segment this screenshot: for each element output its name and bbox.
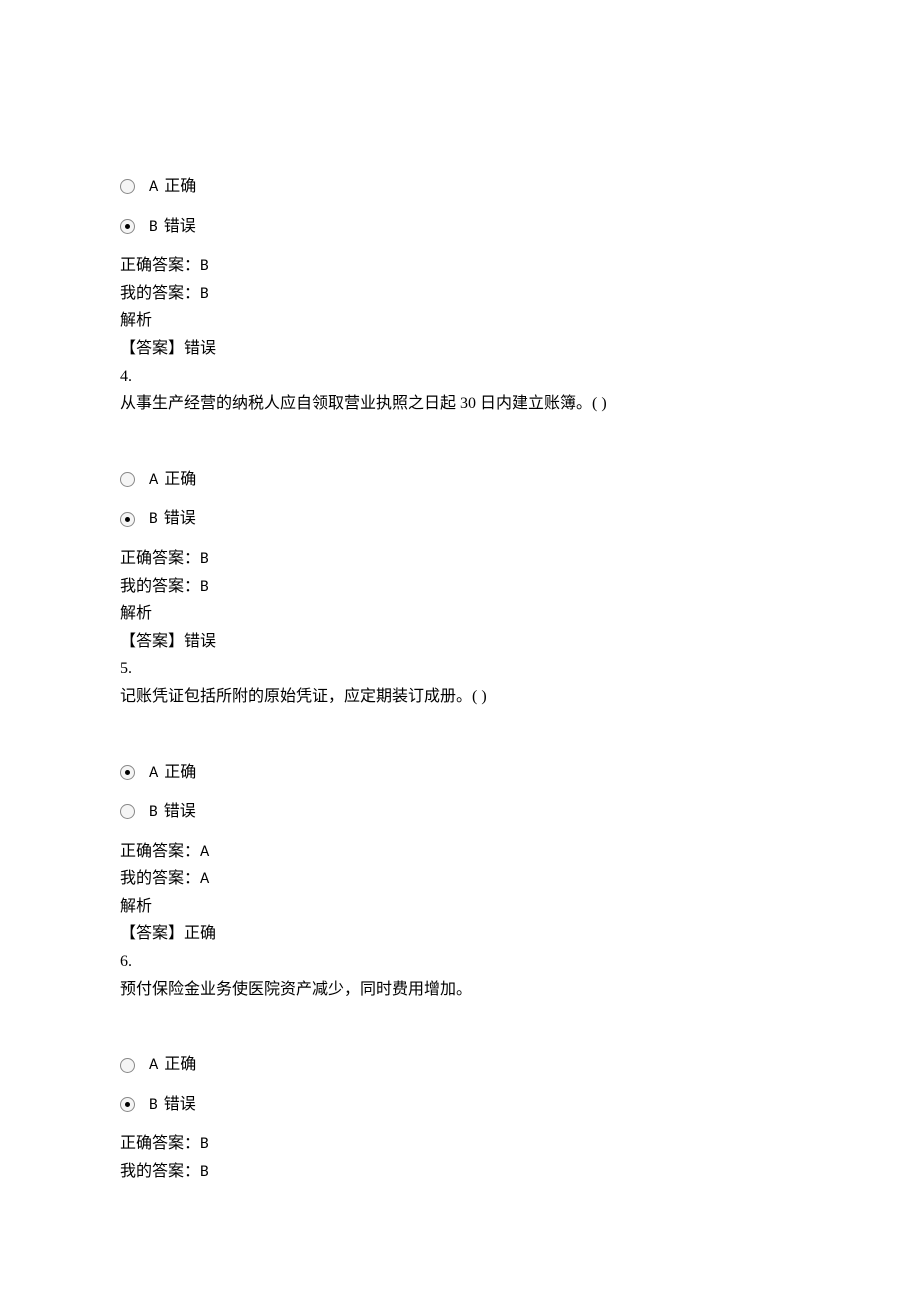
analysis-value: 正确	[184, 925, 216, 942]
option-letter: B	[149, 509, 158, 528]
option-label: A 正确	[149, 174, 196, 200]
correct-answer-line: 正确答案：B	[120, 1131, 800, 1157]
option-label: B 错误	[149, 506, 196, 532]
option-letter: A	[149, 763, 158, 782]
option-letter: A	[149, 1055, 158, 1074]
radio-unchecked-icon[interactable]	[120, 472, 135, 487]
correct-answer-label: 正确答案：	[120, 1135, 200, 1152]
my-answer-label: 我的答案：	[120, 285, 200, 302]
analysis-value: 错误	[184, 633, 216, 650]
my-answer-label: 我的答案：	[120, 870, 200, 887]
question-text: 预付保险金业务使医院资产减少，同时费用增加。	[120, 977, 800, 1003]
option-label: A 正确	[149, 760, 196, 786]
correct-answer-value: A	[200, 842, 209, 861]
question-block: 6. 预付保险金业务使医院资产减少，同时费用增加。 A正确 B错误 正确答案：B…	[120, 949, 800, 1185]
option-text: 错误	[164, 803, 196, 820]
option-letter: A	[149, 470, 158, 489]
correct-answer-value: B	[200, 1134, 209, 1153]
correct-answer-line: 正确答案：B	[120, 546, 800, 572]
my-answer-value: B	[200, 1162, 209, 1181]
correct-answer-label: 正确答案：	[120, 550, 200, 567]
analysis-prefix: 【答案】	[120, 925, 184, 942]
option-letter: B	[149, 802, 158, 821]
radio-checked-icon[interactable]	[120, 219, 135, 234]
correct-answer-value: B	[200, 549, 209, 568]
option-a-row[interactable]: A 正确	[120, 760, 800, 786]
my-answer-value: B	[200, 284, 209, 303]
my-answer-value: B	[200, 577, 209, 596]
radio-unchecked-icon[interactable]	[120, 1058, 135, 1073]
option-a-row[interactable]: A 正确	[120, 1052, 800, 1078]
question-text: 从事生产经营的纳税人应自领取营业执照之日起 30 日内建立账簿。( )	[120, 391, 800, 417]
option-label: A 正确	[149, 1052, 196, 1078]
option-a-row[interactable]: A 正确	[120, 174, 800, 200]
analysis-label: 解析	[120, 894, 800, 920]
option-letter: B	[149, 217, 158, 236]
correct-answer-line: 正确答案：B	[120, 253, 800, 279]
option-a-row[interactable]: A 正确	[120, 467, 800, 493]
my-answer-label: 我的答案：	[120, 578, 200, 595]
analysis-prefix: 【答案】	[120, 633, 184, 650]
question-block: 5. 记账凭证包括所附的原始凭证，应定期装订成册。( ) A 正确 B 错误 正确答…	[120, 656, 800, 947]
my-answer-label: 我的答案：	[120, 1163, 200, 1180]
question-number: 5.	[120, 656, 800, 682]
option-letter: A	[149, 177, 158, 196]
my-answer-value: A	[200, 869, 209, 888]
analysis-label: 解析	[120, 601, 800, 627]
my-answer-line: 我的答案：A	[120, 866, 800, 892]
option-b-row[interactable]: B 错误	[120, 799, 800, 825]
option-text: 正确	[164, 764, 196, 781]
option-text: 错误	[164, 218, 196, 235]
option-text: 错误	[164, 1096, 196, 1113]
option-text: 正确	[164, 1056, 196, 1073]
correct-answer-line: 正确答案：A	[120, 839, 800, 865]
answer-block: 正确答案：B 我的答案：B 解析 【答案】错误	[120, 253, 800, 361]
analysis-label: 解析	[120, 308, 800, 334]
answer-block: 正确答案：B 我的答案：B	[120, 1131, 800, 1184]
option-letter: B	[149, 1095, 158, 1114]
question-block: 4. 从事生产经营的纳税人应自领取营业执照之日起 30 日内建立账簿。( ) A…	[120, 364, 800, 655]
option-text: 正确	[164, 471, 196, 488]
answer-block: 正确答案：A 我的答案：A 解析 【答案】正确	[120, 839, 800, 947]
page-content: A正确 B错误 正确答案：B 我的答案：B 解析 【答案】错误 4. 从事生产经…	[0, 0, 920, 1302]
radio-unchecked-icon[interactable]	[120, 804, 135, 819]
answer-block: 正确答案：B 我的答案：B 解析 【答案】错误	[120, 546, 800, 654]
analysis-text: 【答案】错误	[120, 336, 800, 362]
option-b-row[interactable]: B 错误	[120, 214, 800, 240]
correct-answer-label: 正确答案：	[120, 257, 200, 274]
option-b-row[interactable]: B 错误	[120, 1092, 800, 1118]
correct-answer-label: 正确答案：	[120, 843, 200, 860]
analysis-value: 错误	[184, 340, 216, 357]
analysis-text: 【答案】错误	[120, 629, 800, 655]
option-text: 错误	[164, 510, 196, 527]
option-label: A 正确	[149, 467, 196, 493]
option-label: B 错误	[149, 214, 196, 240]
option-label: B 错误	[149, 1092, 196, 1118]
my-answer-line: 我的答案：B	[120, 281, 800, 307]
radio-checked-icon[interactable]	[120, 512, 135, 527]
question-block: A正确 B错误 正确答案：B 我的答案：B 解析 【答案】错误	[120, 174, 800, 362]
my-answer-line: 我的答案：B	[120, 574, 800, 600]
radio-checked-icon[interactable]	[120, 765, 135, 780]
my-answer-line: 我的答案：B	[120, 1159, 800, 1185]
radio-unchecked-icon[interactable]	[120, 179, 135, 194]
question-number: 4.	[120, 364, 800, 390]
question-number: 6.	[120, 949, 800, 975]
option-label: B 错误	[149, 799, 196, 825]
analysis-text: 【答案】正确	[120, 921, 800, 947]
correct-answer-value: B	[200, 256, 209, 275]
radio-checked-icon[interactable]	[120, 1097, 135, 1112]
option-b-row[interactable]: B 错误	[120, 506, 800, 532]
analysis-prefix: 【答案】	[120, 340, 184, 357]
option-text: 正确	[164, 178, 196, 195]
question-text: 记账凭证包括所附的原始凭证，应定期装订成册。( )	[120, 684, 800, 710]
